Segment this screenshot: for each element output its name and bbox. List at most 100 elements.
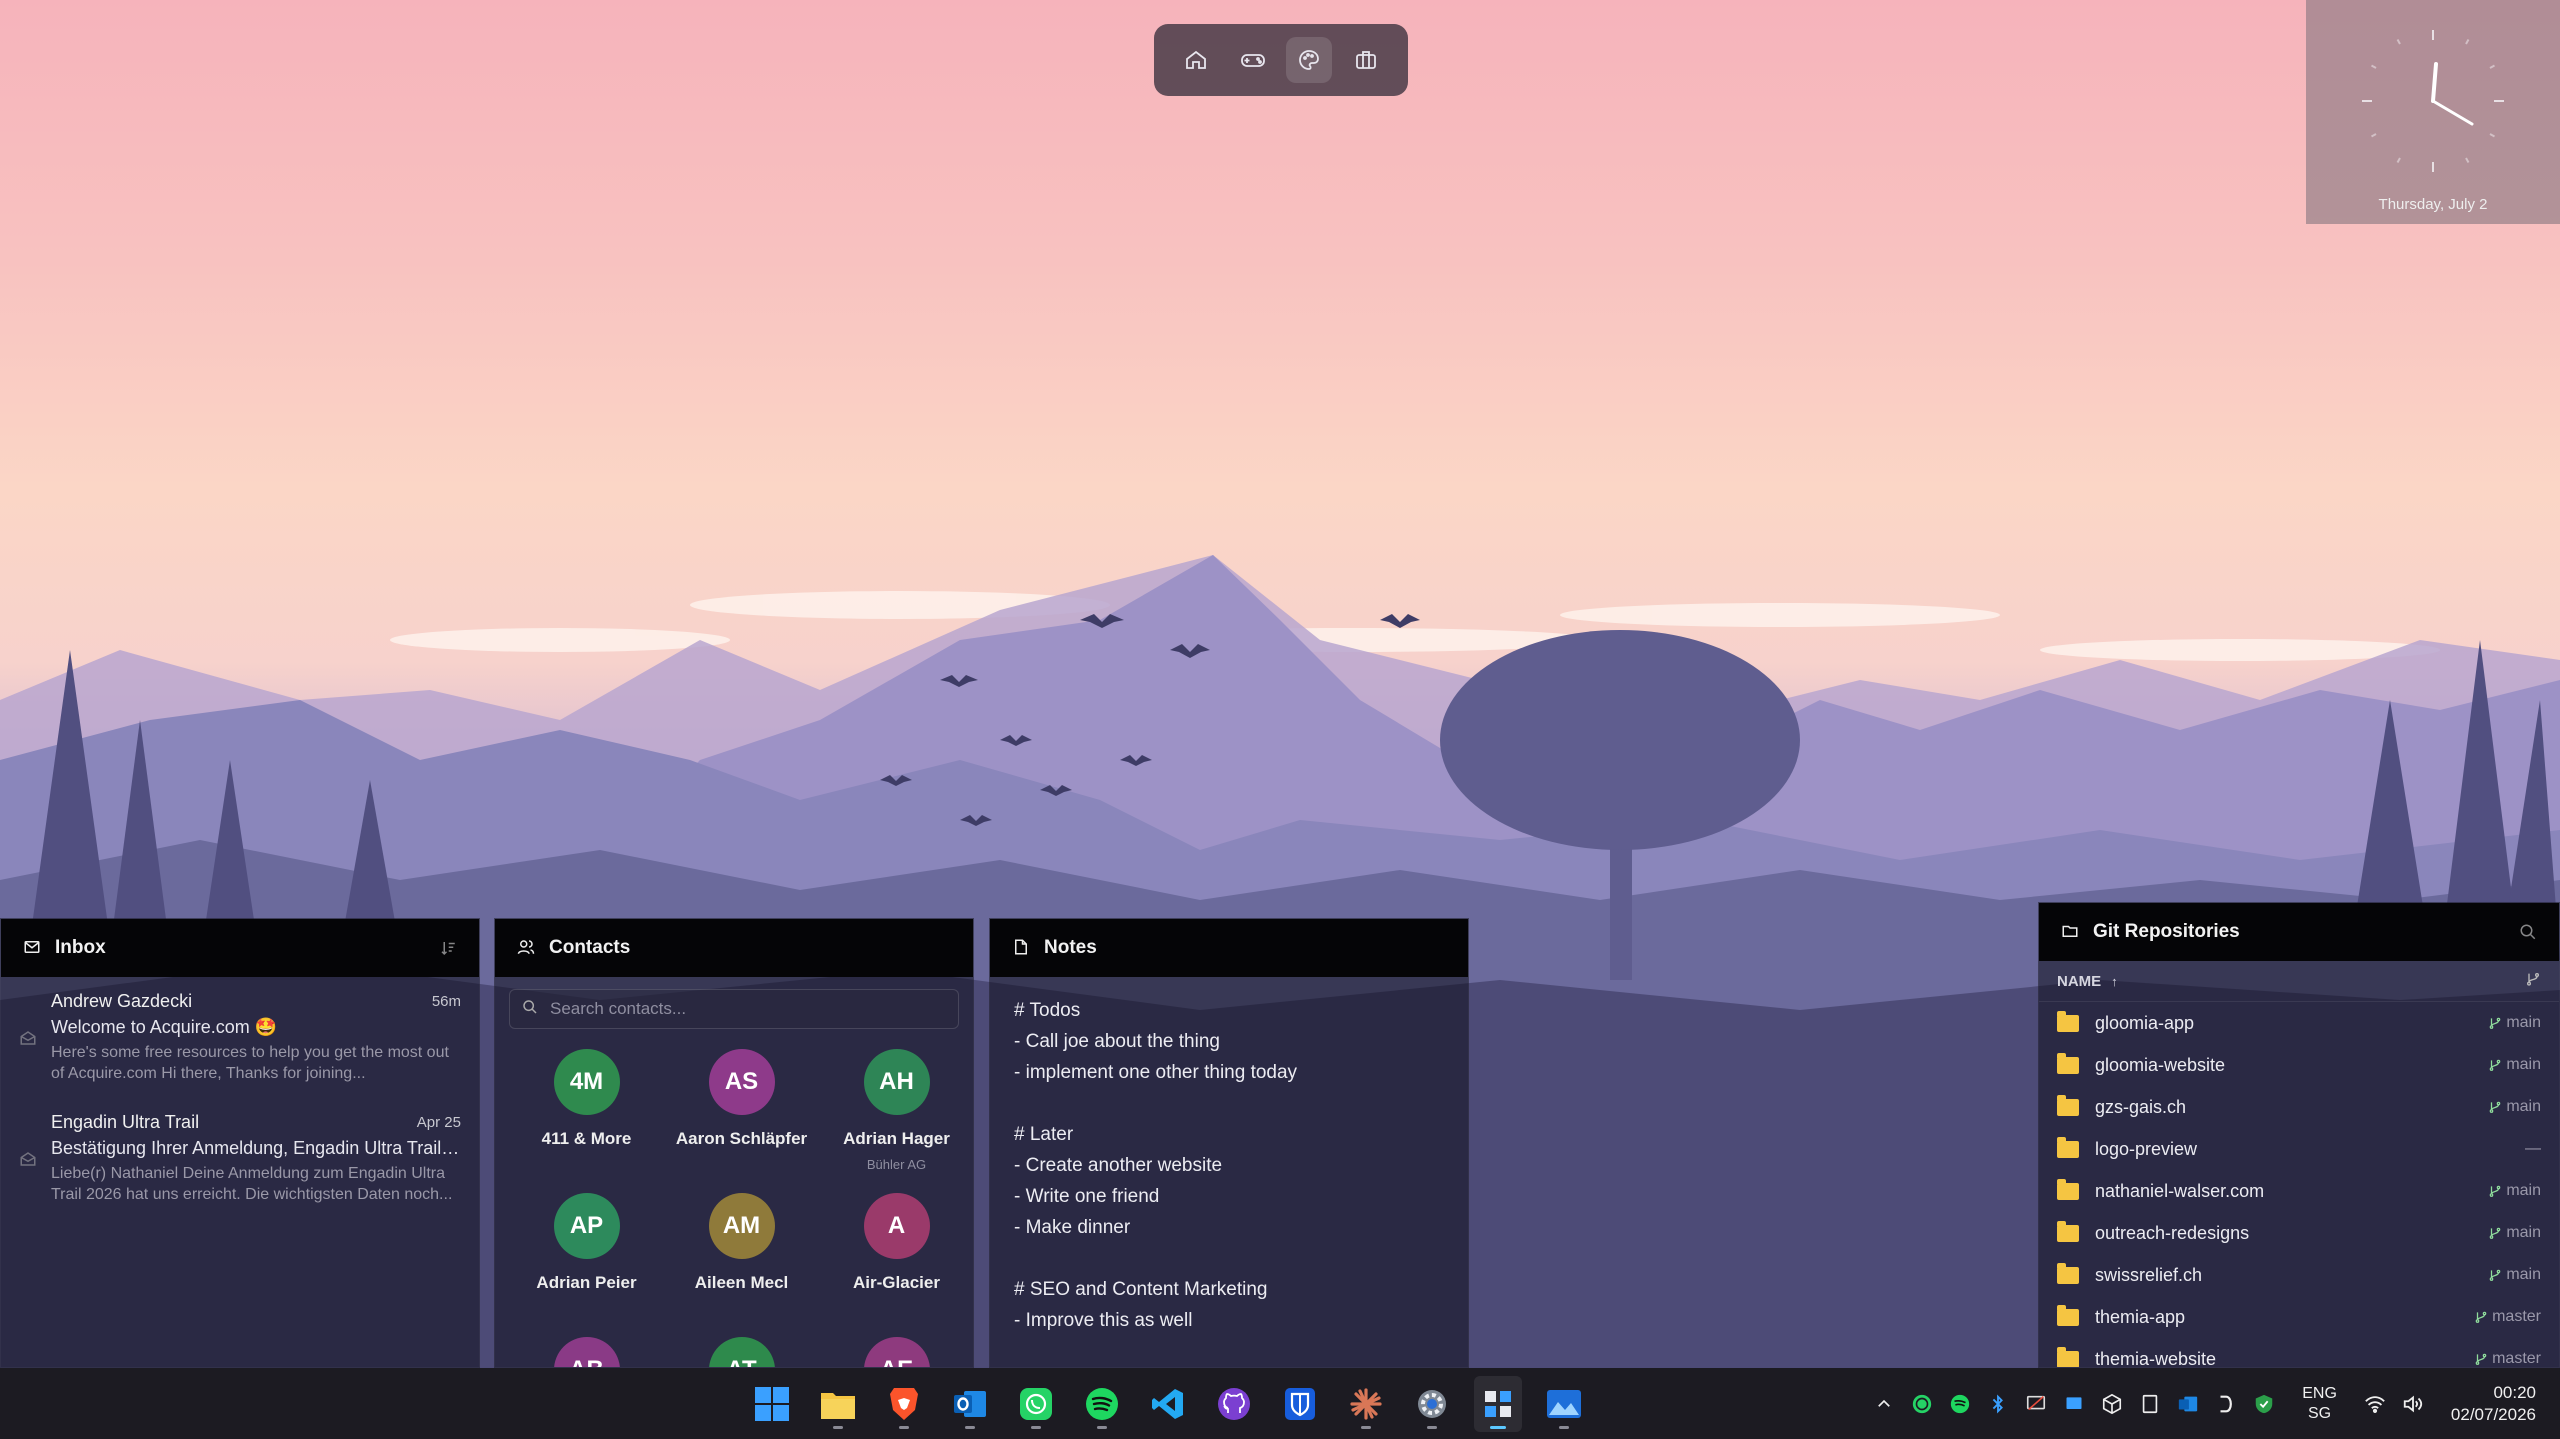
column-name[interactable]: NAME [2057, 973, 2101, 990]
contact-card[interactable]: A Air-Glacier [819, 1193, 973, 1321]
repo-row[interactable]: gloomia-app main [2039, 1002, 2559, 1044]
settings-button[interactable] [1408, 1376, 1456, 1432]
repo-row[interactable]: logo-preview — [2039, 1128, 2559, 1170]
avatar: 4M [553, 1049, 620, 1115]
repo-row[interactable]: themia-app master [2039, 1296, 2559, 1338]
outlook-tray-icon[interactable] [2176, 1392, 2200, 1416]
widgets-app-button[interactable] [1474, 1375, 1522, 1432]
contact-card[interactable]: AH Adrian Hager Bühler AG [819, 1049, 973, 1177]
windows-start-button[interactable] [748, 1376, 796, 1432]
claude-button[interactable] [1342, 1376, 1390, 1432]
repo-row[interactable]: themia-website master [2039, 1338, 2559, 1367]
inbox-widget: Inbox Andrew Gazdecki 56m Welcome to Acq… [0, 918, 480, 1368]
branch-name: main [2506, 1266, 2541, 1283]
repo-row[interactable]: swissrelief.ch main [2039, 1254, 2559, 1296]
branch-name: main [2506, 1182, 2541, 1199]
avatar: AM [708, 1193, 775, 1259]
contact-card[interactable]: AE [819, 1337, 973, 1367]
mail-time: 56m [431, 993, 461, 1010]
bitwarden-button[interactable] [1276, 1376, 1324, 1432]
bluetooth-icon[interactable] [1986, 1392, 2010, 1416]
mail-item[interactable]: Andrew Gazdecki 56m Welcome to Acquire.c… [1, 977, 479, 1098]
git-branch-icon [2475, 1311, 2487, 1323]
vscode-button[interactable] [1144, 1376, 1192, 1432]
dock-games-button[interactable] [1230, 37, 1276, 83]
contact-card[interactable]: AS Aaron Schläpfer [664, 1049, 819, 1177]
file-explorer-button[interactable] [814, 1376, 862, 1432]
repo-name: gloomia-app [2095, 1012, 2195, 1033]
photos-button[interactable] [1540, 1376, 1588, 1432]
repo-row[interactable]: gloomia-website main [2039, 1044, 2559, 1086]
repo-row[interactable]: gzs-gais.ch main [2039, 1086, 2559, 1128]
wifi-icon[interactable] [2363, 1392, 2387, 1416]
contact-card[interactable]: AM Aileen Mecl [664, 1193, 819, 1321]
mail-preview: Liebe(r) Nathaniel Deine Anmeldung zum E… [51, 1165, 453, 1203]
contact-name: Adrian Hager [843, 1129, 950, 1148]
git-branch-icon [2490, 1059, 2501, 1071]
branch-column-icon[interactable] [2525, 971, 2541, 991]
git-header: Git Repositories [2039, 903, 2559, 961]
repo-branch: main [2488, 1182, 2541, 1200]
cube-tray-icon[interactable] [2100, 1392, 2124, 1416]
repo-row[interactable]: outreach-redesigns main [2039, 1212, 2559, 1254]
dock-palette-button[interactable] [1286, 37, 1333, 83]
branch-name: main [2506, 1224, 2541, 1241]
spotify-button[interactable] [1078, 1376, 1126, 1432]
notes-widget: Notes # Todos - Call joe about the thing… [989, 918, 1469, 1368]
palette-icon [1299, 50, 1320, 70]
outlook-button[interactable] [946, 1376, 994, 1432]
taskbar-date: 02/07/2026 [2450, 1404, 2536, 1424]
contact-card[interactable]: 4M 411 & More [509, 1049, 664, 1177]
search-input[interactable] [548, 998, 932, 1020]
git-branch-icon [2490, 1185, 2501, 1197]
notes-title: Notes [1044, 937, 1097, 958]
repo-name: swissrelief.ch [2095, 1264, 2203, 1285]
windows-tray-icon[interactable] [2062, 1392, 2086, 1416]
display-tray-icon[interactable] [2024, 1392, 2048, 1416]
repo-name: logo-preview [2095, 1138, 2198, 1159]
folder-icon [2057, 1262, 2079, 1284]
repo-row[interactable]: nathaniel-walser.com main [2039, 1170, 2559, 1212]
contacts-search [509, 989, 959, 1029]
chevron-up-icon[interactable] [1872, 1392, 1896, 1416]
mail-time: Apr 25 [416, 1114, 461, 1131]
system-clock[interactable]: 00:20 02/07/2026 [2451, 1382, 2536, 1426]
tablet-tray-icon[interactable] [2138, 1392, 2162, 1416]
top-dock [1154, 24, 1408, 96]
brave-browser-icon [890, 1387, 918, 1420]
file-explorer-icon [821, 1392, 855, 1419]
sort-ascending-icon[interactable]: ↑ [2111, 974, 2118, 989]
contacts-header: Contacts [495, 919, 973, 977]
folder-icon [2061, 922, 2081, 942]
github-desktop-button[interactable] [1210, 1376, 1258, 1432]
volume-icon[interactable] [2401, 1392, 2425, 1416]
contacts-title: Contacts [549, 937, 631, 958]
brave-browser-button[interactable] [880, 1376, 928, 1432]
taskbar-time: 00:20 [2493, 1382, 2536, 1402]
folder-icon [2057, 1346, 2079, 1367]
spotify-tray-icon[interactable] [1948, 1392, 1972, 1416]
notes-text[interactable]: # Todos - Call joe about the thing - imp… [990, 977, 1468, 1354]
d-app-tray-icon[interactable] [2214, 1392, 2238, 1416]
repo-branch: main [2488, 1056, 2541, 1074]
bitwarden-icon [1285, 1387, 1315, 1420]
dock-work-button[interactable] [1343, 37, 1389, 83]
git-repositories-widget: Git Repositories NAME ↑ gloomia-app main g… [2038, 902, 2560, 1368]
shield-icon[interactable] [2252, 1392, 2276, 1416]
repo-branch: main [2488, 1098, 2541, 1116]
input-language[interactable]: ENG SG [2302, 1384, 2337, 1424]
taskbar: ENG SG 00:20 02/07/2026 [0, 1368, 2560, 1439]
git-repo-list: gloomia-app main gloomia-website main gzs-ga… [2039, 1002, 2559, 1367]
contact-card[interactable]: AB [509, 1337, 664, 1367]
inbox-title: Inbox [55, 937, 106, 958]
contact-card[interactable]: AP Adrian Peier [509, 1193, 664, 1321]
whatsapp-tray-icon[interactable] [1910, 1392, 1934, 1416]
contact-card[interactable]: AT [664, 1337, 819, 1367]
sort-icon[interactable] [439, 939, 457, 957]
search-icon[interactable] [2519, 923, 2537, 941]
branch-name: main [2506, 1056, 2541, 1073]
mail-item[interactable]: Engadin Ultra Trail Apr 25 Bestätigung I… [1, 1098, 479, 1219]
repo-name: gloomia-website [2095, 1054, 2226, 1075]
dock-home-button[interactable] [1173, 37, 1219, 83]
whatsapp-button[interactable] [1012, 1376, 1060, 1432]
